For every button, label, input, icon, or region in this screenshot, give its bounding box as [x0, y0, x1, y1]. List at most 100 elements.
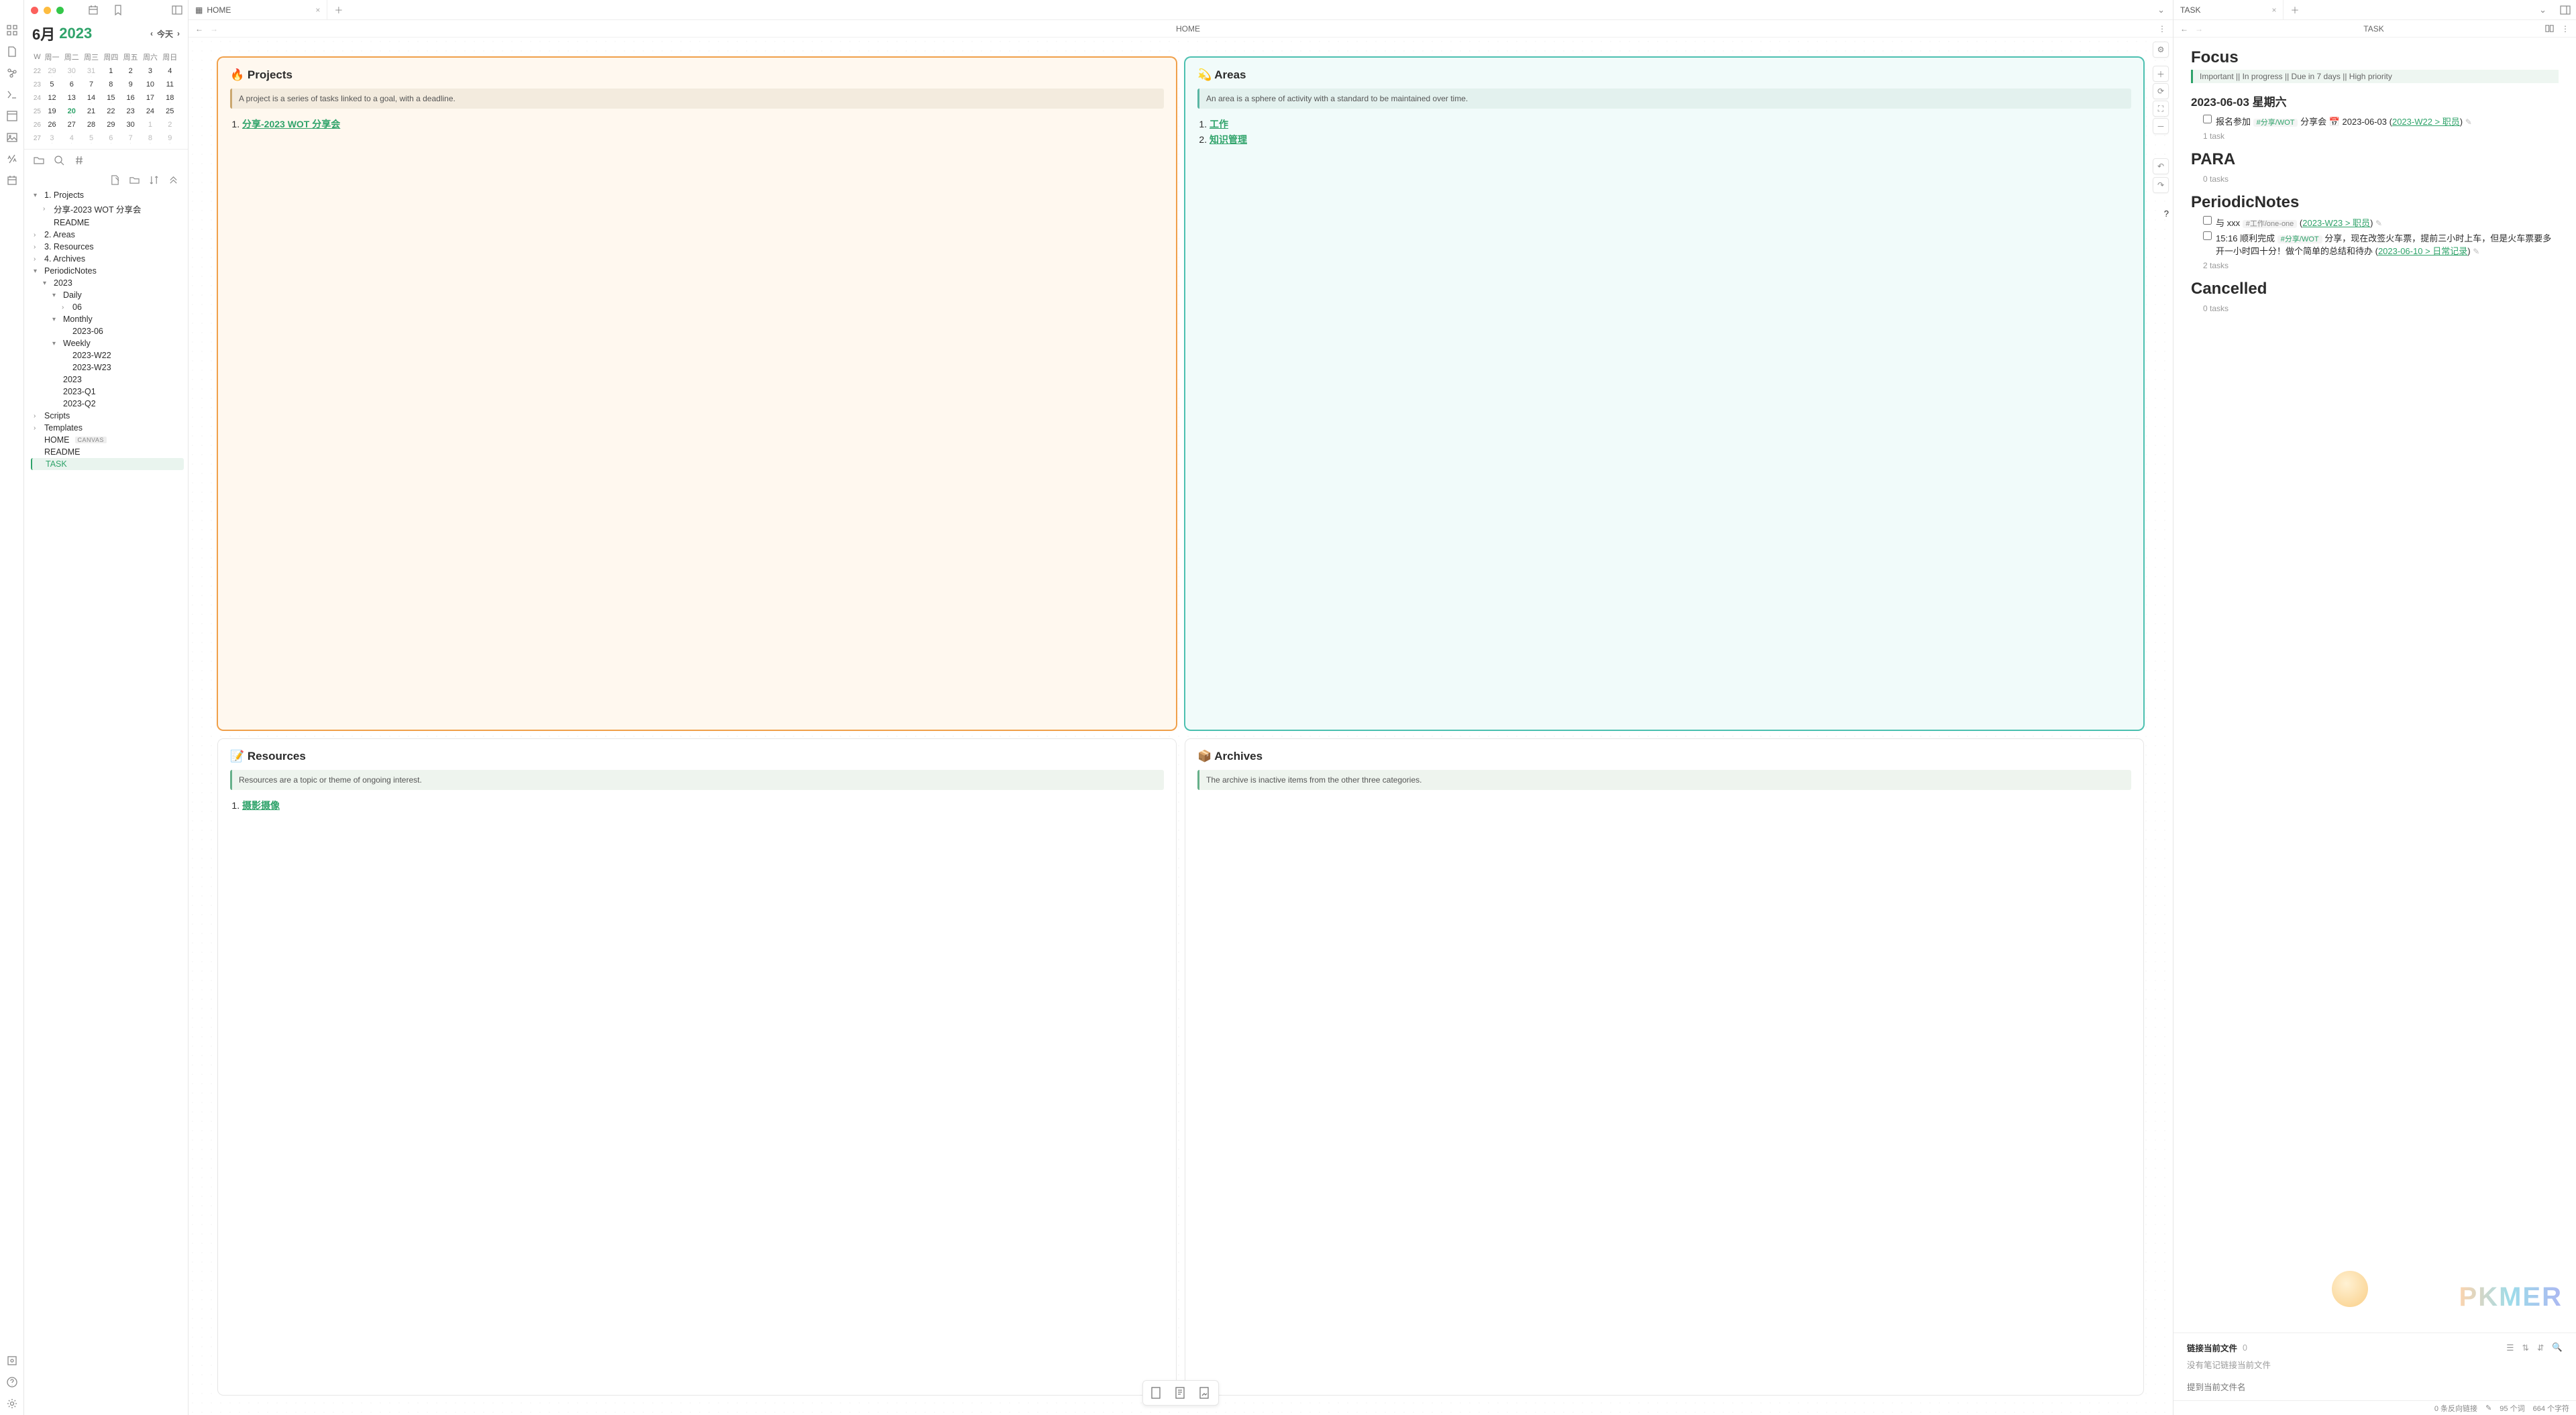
hash-icon[interactable]	[74, 155, 85, 166]
tree-item[interactable]: ›Scripts	[31, 410, 184, 422]
calendar-day[interactable]: 15·	[101, 91, 121, 105]
calendar-day[interactable]: 6·	[101, 131, 121, 145]
next-month-icon[interactable]: ›	[177, 29, 180, 38]
tree-item[interactable]: README	[31, 446, 184, 458]
calendar-day[interactable]: 23·	[121, 105, 140, 118]
chevron-icon[interactable]: ▾	[52, 340, 60, 347]
tree-item[interactable]: TASK	[31, 458, 184, 470]
chevron-icon[interactable]: ›	[34, 256, 42, 263]
vault-icon[interactable]	[6, 1355, 18, 1367]
new-tab-icon[interactable]: ＋	[327, 3, 350, 16]
more-icon[interactable]: ⋮	[2561, 24, 2569, 34]
prev-month-icon[interactable]: ‹	[150, 29, 153, 38]
calendar-day[interactable]: 26·	[42, 118, 62, 131]
calendar-day[interactable]: 8·	[101, 78, 121, 91]
tab-task[interactable]: TASK ×	[2174, 0, 2284, 19]
week-number[interactable]: 22	[32, 64, 42, 78]
tree-item[interactable]: 2023-W22	[31, 349, 184, 361]
bookmark-icon[interactable]	[113, 5, 123, 15]
task-link[interactable]: 2023-06-10 > 日常记录	[2378, 246, 2467, 256]
card-link[interactable]: 知识管理	[1210, 134, 1247, 145]
card-link[interactable]: 摄影摄像	[242, 800, 280, 811]
card-projects[interactable]: 🔥 Projects A project is a series of task…	[218, 58, 1176, 730]
chevron-icon[interactable]: ›	[34, 243, 42, 251]
chevron-icon[interactable]: ›	[34, 412, 42, 420]
task-row[interactable]: 报名参加 #分享/WOT 分享会 📅 2023-06-03 (2023-W22 …	[2191, 113, 2559, 129]
add-media-icon[interactable]	[1194, 1383, 1216, 1402]
calendar-day[interactable]: 29·	[101, 118, 121, 131]
task-checkbox[interactable]	[2203, 115, 2212, 123]
calendar-day[interactable]: 18·	[160, 91, 180, 105]
calendar-day[interactable]: 24·	[140, 105, 160, 118]
calendar-day[interactable]: 31·	[81, 64, 101, 78]
calendar-day[interactable]: 11·	[160, 78, 180, 91]
help-icon[interactable]	[6, 1376, 18, 1388]
calendar-day[interactable]: 29·	[42, 64, 62, 78]
terminal-icon[interactable]	[6, 89, 18, 101]
calendar-day[interactable]: 22·	[101, 105, 121, 118]
nav-back-icon[interactable]: ←	[2180, 24, 2188, 34]
card-link[interactable]: 工作	[1210, 119, 1228, 129]
tree-item[interactable]: 2023-W23	[31, 361, 184, 374]
percent-icon[interactable]	[6, 153, 18, 165]
card-link[interactable]: 分享-2023 WOT 分享会	[242, 119, 340, 129]
week-number[interactable]: 24	[32, 91, 42, 105]
add-note-icon[interactable]	[1170, 1383, 1191, 1402]
traffic-min[interactable]	[44, 7, 51, 14]
card-resources[interactable]: 📝 Resources Resources are a topic or the…	[218, 739, 1176, 1396]
calendar-day[interactable]: 5·	[81, 131, 101, 145]
more-icon[interactable]: ⋮	[2158, 24, 2166, 34]
tree-item[interactable]: ›06	[31, 301, 184, 313]
card-areas[interactable]: 💫 Areas An area is a sphere of activity …	[1185, 58, 2143, 730]
nav-back-icon[interactable]: ←	[195, 24, 203, 34]
reader-mode-icon[interactable]	[2544, 23, 2555, 34]
today-button[interactable]: 今天	[157, 28, 173, 40]
chevron-icon[interactable]: ▾	[43, 280, 51, 287]
collapse-right-icon[interactable]	[2555, 5, 2576, 15]
close-tab-icon[interactable]: ×	[315, 5, 320, 15]
tree-item[interactable]: 2023-06	[31, 325, 184, 337]
task-tag[interactable]: #分享/WOT	[2277, 235, 2322, 243]
search-icon[interactable]: 🔍	[2552, 1343, 2563, 1353]
tree-item[interactable]: ›3. Resources	[31, 241, 184, 253]
tree-item[interactable]: ›4. Archives	[31, 253, 184, 265]
task-checkbox[interactable]	[2203, 231, 2212, 240]
calendar-day[interactable]: 19·	[42, 105, 62, 118]
tab-dropdown-icon[interactable]: ⌄	[2531, 5, 2555, 15]
layout-icon[interactable]	[6, 110, 18, 122]
grid-icon[interactable]	[6, 24, 18, 36]
calendar-day[interactable]: 1·	[140, 118, 160, 131]
chevron-icon[interactable]: ›	[34, 231, 42, 239]
tree-item[interactable]: ▾Monthly	[31, 313, 184, 325]
new-note-icon[interactable]	[110, 175, 120, 185]
tree-item[interactable]: ▾1. Projects	[31, 189, 184, 201]
edit-icon[interactable]: ✎	[2375, 219, 2382, 228]
task-link[interactable]: 2023-W23 > 职员	[2302, 218, 2370, 228]
new-tab-icon[interactable]: ＋	[2284, 3, 2306, 16]
file-icon[interactable]	[6, 46, 18, 58]
calendar-day[interactable]: 2·	[160, 118, 180, 131]
tree-item[interactable]: 2023-Q1	[31, 386, 184, 398]
calendar-day[interactable]: 16·	[121, 91, 140, 105]
week-number[interactable]: 27	[32, 131, 42, 145]
task-link[interactable]: 2023-W22 > 职员	[2392, 117, 2460, 127]
new-folder-icon[interactable]	[129, 175, 140, 185]
tree-item[interactable]: ▾Weekly	[31, 337, 184, 349]
sort-icon[interactable]: ⇵	[2537, 1343, 2544, 1353]
task-row[interactable]: 与 xxx #工作/one-one (2023-W23 > 职员) ✎	[2191, 215, 2559, 230]
task-row[interactable]: 15:16 顺利完成 #分享/WOT 分享，现在改签火车票，提前三小时上车，但是…	[2191, 230, 2559, 258]
tree-item[interactable]: ›2. Areas	[31, 229, 184, 241]
calendar-day[interactable]: 4·	[160, 64, 180, 78]
edit-mode-icon[interactable]: ✎	[2485, 1404, 2491, 1412]
calendar-day[interactable]: 2·	[121, 64, 140, 78]
traffic-max[interactable]	[56, 7, 64, 14]
tree-item[interactable]: ▾PeriodicNotes	[31, 265, 184, 277]
calendar-day[interactable]: 10·	[140, 78, 160, 91]
calendar-day[interactable]: 3·	[140, 64, 160, 78]
calendar-day[interactable]: 9·	[121, 78, 140, 91]
nav-forward-icon[interactable]: →	[210, 24, 218, 34]
close-tab-icon[interactable]: ×	[2271, 5, 2276, 15]
calendar-day[interactable]: 5·	[42, 78, 62, 91]
folder-icon[interactable]	[34, 155, 44, 166]
chevron-icon[interactable]: ▾	[52, 316, 60, 323]
